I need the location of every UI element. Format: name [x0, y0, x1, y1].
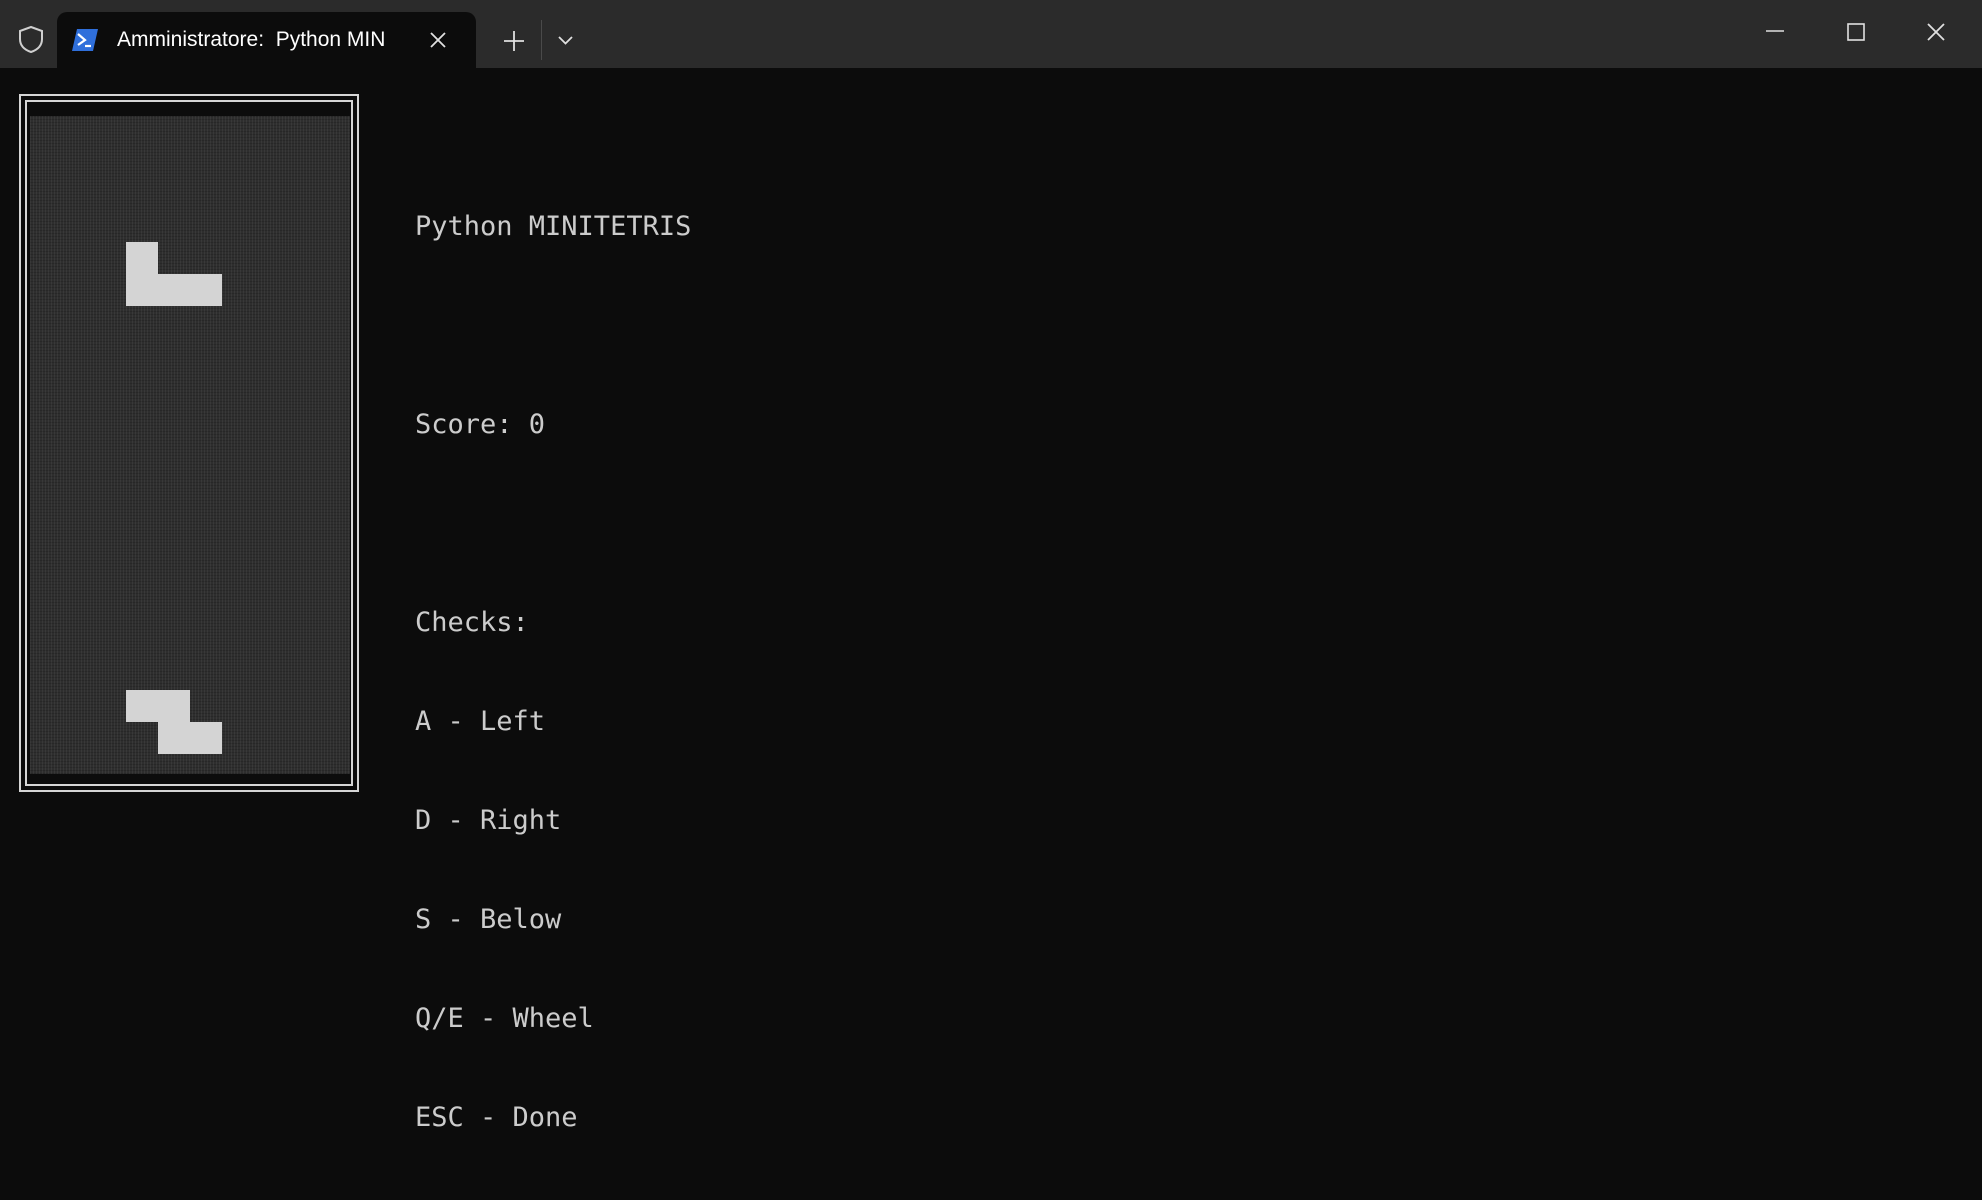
landed-piece-block: [158, 690, 190, 722]
landed-piece-block: [158, 722, 190, 754]
control-left: A - Left: [415, 706, 546, 737]
game-title: Python MINITETRIS: [415, 211, 692, 242]
game-board: [30, 116, 350, 774]
checks-header: Checks:: [415, 607, 529, 638]
game-info: Python MINITETRIS Score: 0 Checks: A - L…: [415, 144, 691, 1200]
score-label: Score: 0: [415, 409, 546, 440]
tab-title: Amministratore: Python MIN: [117, 28, 386, 51]
close-icon[interactable]: [427, 29, 449, 51]
chevron-down-icon[interactable]: [553, 28, 578, 53]
falling-piece-block: [158, 274, 190, 306]
landed-piece-block: [190, 722, 222, 754]
falling-piece-block: [126, 242, 158, 274]
tab-terminal[interactable]: Amministratore: Python MIN: [57, 12, 476, 68]
landed-piece-block: [126, 690, 158, 722]
powershell-icon: [72, 29, 98, 51]
plus-icon[interactable]: [499, 26, 529, 56]
close-window-icon[interactable]: [1920, 16, 1952, 48]
control-done: ESC - Done: [415, 1102, 578, 1133]
shield-icon: [19, 25, 43, 54]
control-wheel: Q/E - Wheel: [415, 1003, 594, 1034]
terminal-area[interactable]: Python MINITETRIS Score: 0 Checks: A - L…: [0, 68, 1982, 1133]
control-right: D - Right: [415, 805, 562, 836]
title-bar: Amministratore: Python MIN: [0, 0, 1982, 68]
falling-piece-block: [190, 274, 222, 306]
control-below: S - Below: [415, 904, 562, 935]
maximize-icon[interactable]: [1840, 16, 1872, 48]
falling-piece-block: [126, 274, 158, 306]
minimize-icon[interactable]: [1760, 14, 1790, 50]
tab-divider: [541, 20, 542, 60]
